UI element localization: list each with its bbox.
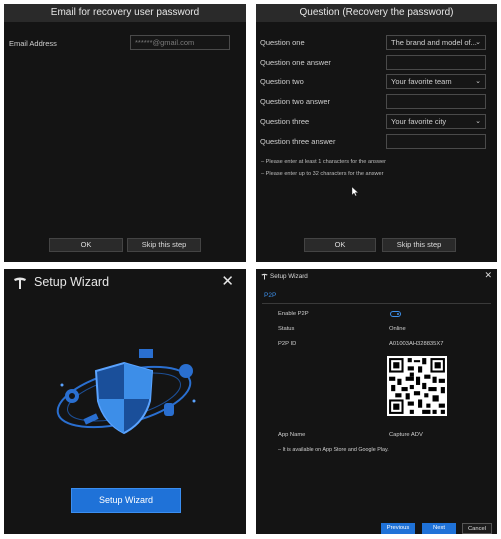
- question-three-select[interactable]: Your favorite city ⌄: [386, 114, 486, 129]
- setup-wizard-button[interactable]: Setup Wizard: [71, 488, 181, 513]
- email-recovery-dialog: Email for recovery user password Email A…: [4, 4, 246, 262]
- question-two-select[interactable]: Your favorite team ⌄: [386, 74, 486, 89]
- question-one-value: The brand and model of...: [391, 38, 477, 47]
- email-address-input[interactable]: ******@gmail.com: [130, 35, 230, 50]
- question-two-answer-input[interactable]: [386, 94, 486, 109]
- wizard-wand-icon: [261, 273, 268, 280]
- security-question-dialog: Question (Recovery the password) Questio…: [256, 4, 497, 262]
- qr-code: [387, 356, 447, 416]
- status-label: Status: [278, 326, 295, 332]
- question-three-label: Question three: [260, 117, 310, 126]
- app-name-value: Capture ADV: [389, 432, 423, 438]
- p2p-id-value: A01003AH328835X7: [389, 341, 444, 347]
- question-one-answer-label: Question one answer: [260, 58, 331, 67]
- dialog-title: Question (Recovery the password): [256, 4, 497, 22]
- chevron-down-icon: ⌄: [475, 118, 481, 125]
- question-one-select[interactable]: The brand and model of... ⌄: [386, 35, 486, 50]
- hint-max-length: – Please enter up to 32 characters for t…: [261, 171, 384, 177]
- mouse-cursor-icon: [352, 187, 359, 196]
- setup-wizard-start: Setup Wizard ✕ Setup Wizard: [4, 269, 246, 534]
- chevron-down-icon: ⌄: [475, 39, 481, 46]
- question-three-value: Your favorite city: [391, 117, 447, 126]
- ok-button[interactable]: OK: [49, 238, 123, 252]
- close-icon[interactable]: ✕: [484, 270, 492, 281]
- wizard-wand-icon: [14, 277, 26, 289]
- dialog-title: Email for recovery user password: [4, 4, 246, 22]
- email-address-label: Email Address: [9, 39, 57, 48]
- enable-p2p-label: Enable P2P: [278, 311, 309, 317]
- question-three-answer-input[interactable]: [386, 134, 486, 149]
- question-two-value: Your favorite team: [391, 77, 452, 86]
- close-icon[interactable]: ✕: [221, 272, 234, 290]
- p2p-id-label: P2P ID: [278, 341, 297, 347]
- question-one-answer-input[interactable]: [386, 55, 486, 70]
- question-two-answer-label: Question two answer: [260, 97, 331, 106]
- cancel-button[interactable]: Cancel: [462, 523, 492, 534]
- question-three-answer-label: Question three answer: [260, 137, 336, 146]
- app-name-label: App Name: [278, 432, 306, 438]
- previous-button[interactable]: Previous: [381, 523, 415, 534]
- next-button[interactable]: Next: [422, 523, 456, 534]
- hint-min-length: – Please enter at least 1 characters for…: [261, 159, 386, 165]
- skip-step-button[interactable]: Skip this step: [127, 238, 201, 252]
- enable-p2p-toggle[interactable]: [390, 311, 401, 317]
- wizard-title: Setup Wizard: [34, 275, 110, 289]
- app-store-note: – It is available on App Store and Googl…: [278, 447, 389, 453]
- question-one-label: Question one: [260, 38, 305, 47]
- status-value: Online: [389, 326, 406, 332]
- security-shield-illustration: [56, 349, 196, 435]
- setup-wizard-p2p: Setup Wizard ✕ P2P Enable P2P Status Onl…: [256, 269, 497, 534]
- tab-p2p[interactable]: P2P: [264, 292, 276, 299]
- tab-divider: [262, 303, 491, 304]
- chevron-down-icon: ⌄: [475, 78, 481, 85]
- skip-step-button[interactable]: Skip this step: [382, 238, 456, 252]
- question-two-label: Question two: [260, 77, 304, 86]
- wizard-title: Setup Wizard: [270, 273, 308, 280]
- ok-button[interactable]: OK: [304, 238, 376, 252]
